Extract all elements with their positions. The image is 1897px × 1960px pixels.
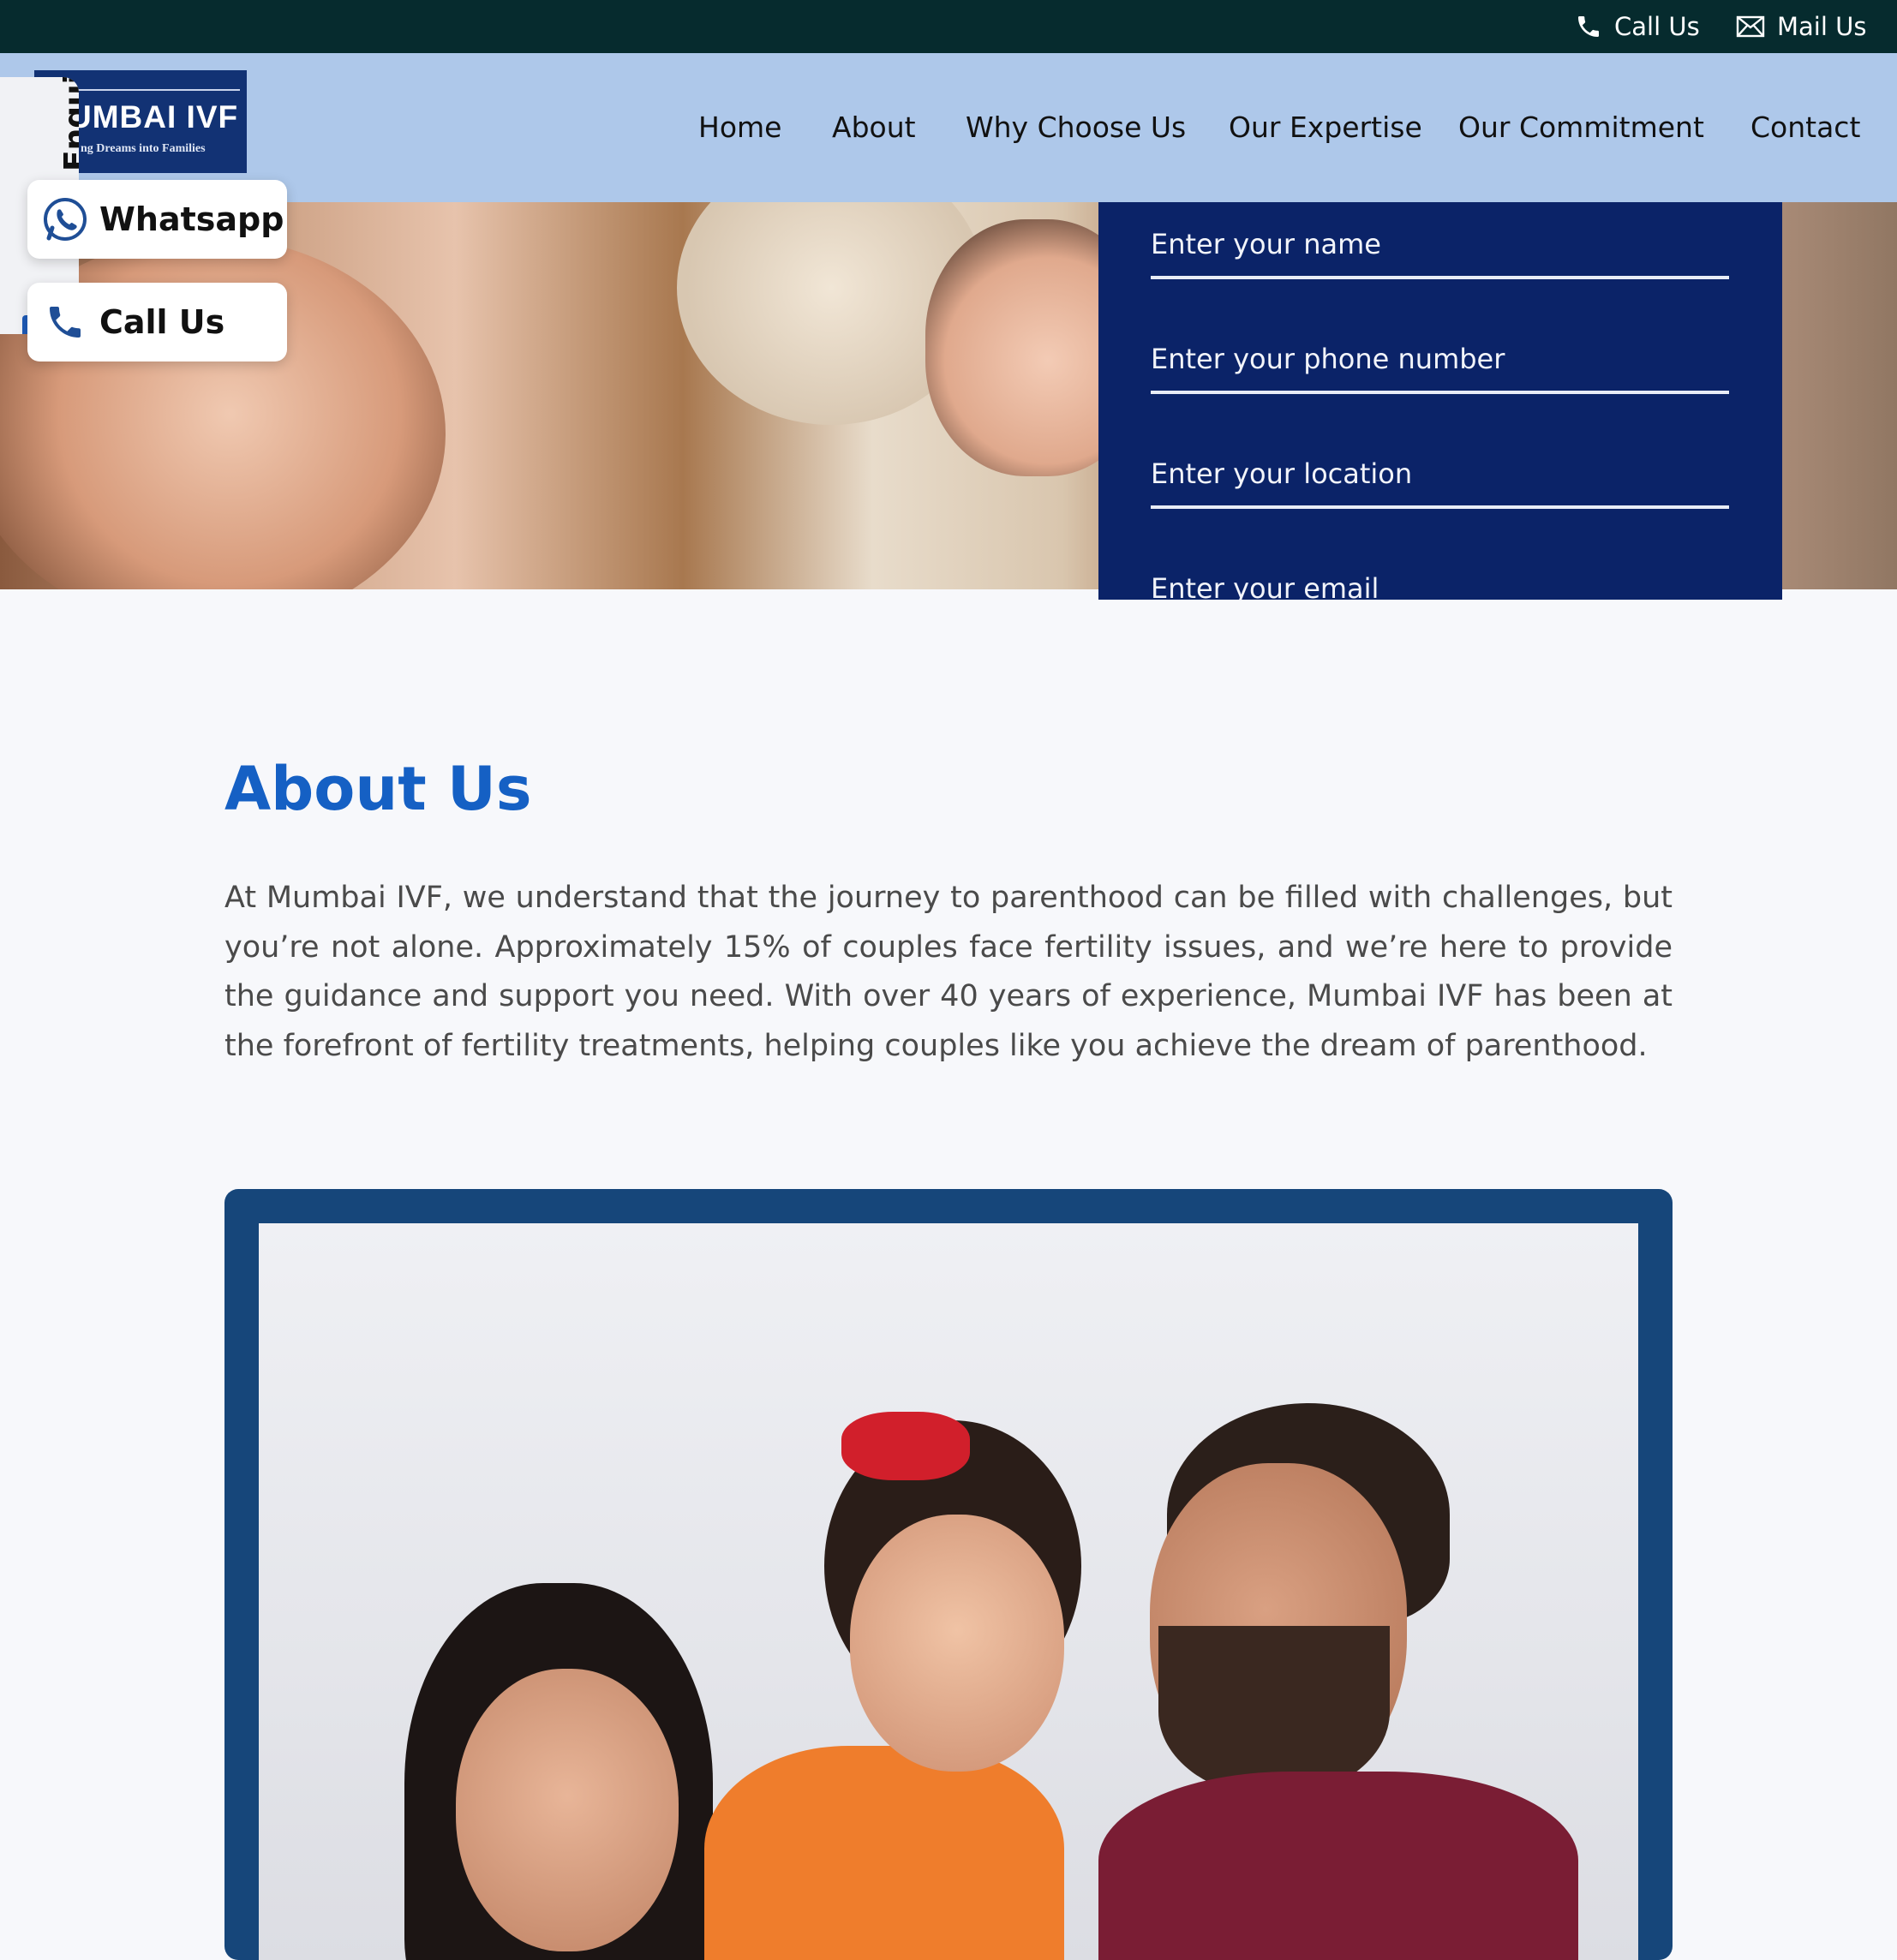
photo-region bbox=[1098, 1772, 1578, 1960]
envelope-icon bbox=[1736, 15, 1765, 38]
topbar-call-link[interactable]: Call Us bbox=[1575, 0, 1700, 53]
nav-our-commitment[interactable]: Our Commitment bbox=[1458, 106, 1704, 149]
enquire-now-label: Enquire Now bbox=[58, 77, 79, 171]
name-field[interactable]: Enter your name bbox=[1151, 202, 1729, 279]
call-us-label: Call Us bbox=[99, 303, 225, 341]
nav-about[interactable]: About bbox=[832, 106, 916, 149]
email-field[interactable]: Enter your email bbox=[1151, 547, 1729, 600]
nav-our-expertise[interactable]: Our Expertise bbox=[1229, 106, 1422, 149]
nav-why-choose-us[interactable]: Why Choose Us bbox=[966, 106, 1186, 149]
topbar-mail-label: Mail Us bbox=[1777, 12, 1867, 41]
logo-rule bbox=[77, 89, 240, 91]
about-photo-frame bbox=[224, 1189, 1673, 1960]
phone-icon bbox=[1578, 16, 1599, 37]
photo-region bbox=[456, 1669, 679, 1951]
name-placeholder: Enter your name bbox=[1151, 228, 1381, 260]
phone-placeholder: Enter your phone number bbox=[1151, 343, 1505, 375]
photo-region bbox=[850, 1515, 1064, 1772]
nav-home[interactable]: Home bbox=[698, 106, 781, 149]
about-heading: About Us bbox=[224, 754, 532, 824]
topbar-call-label: Call Us bbox=[1614, 12, 1700, 41]
logo-tagline: ng Dreams into Families bbox=[81, 142, 206, 155]
nav-contact[interactable]: Contact bbox=[1750, 106, 1860, 149]
hero-photo-region bbox=[1782, 202, 1897, 589]
photo-region bbox=[841, 1412, 970, 1480]
photo-region bbox=[704, 1746, 1064, 1960]
whatsapp-icon bbox=[41, 195, 89, 243]
main-navbar: UMBAI IVF ng Dreams into Families Home A… bbox=[0, 53, 1897, 202]
family-photo bbox=[259, 1223, 1638, 1960]
topbar-mail-link[interactable]: Mail Us bbox=[1736, 0, 1866, 53]
call-us-button[interactable]: Call Us bbox=[27, 283, 287, 362]
location-field[interactable]: Enter your location bbox=[1151, 432, 1729, 509]
email-placeholder: Enter your email bbox=[1151, 572, 1379, 600]
whatsapp-label: Whatsapp bbox=[99, 200, 284, 238]
phone-icon bbox=[41, 298, 89, 346]
whatsapp-button[interactable]: Whatsapp bbox=[27, 180, 287, 259]
top-contact-bar: Call Us Mail Us bbox=[0, 0, 1897, 53]
enquiry-form: Enter your name Enter your phone number … bbox=[1098, 202, 1782, 600]
location-placeholder: Enter your location bbox=[1151, 457, 1413, 490]
phone-field[interactable]: Enter your phone number bbox=[1151, 317, 1729, 394]
logo-title: UMBAI IVF bbox=[69, 99, 239, 134]
about-paragraph: At Mumbai IVF, we understand that the jo… bbox=[224, 881, 1673, 1063]
